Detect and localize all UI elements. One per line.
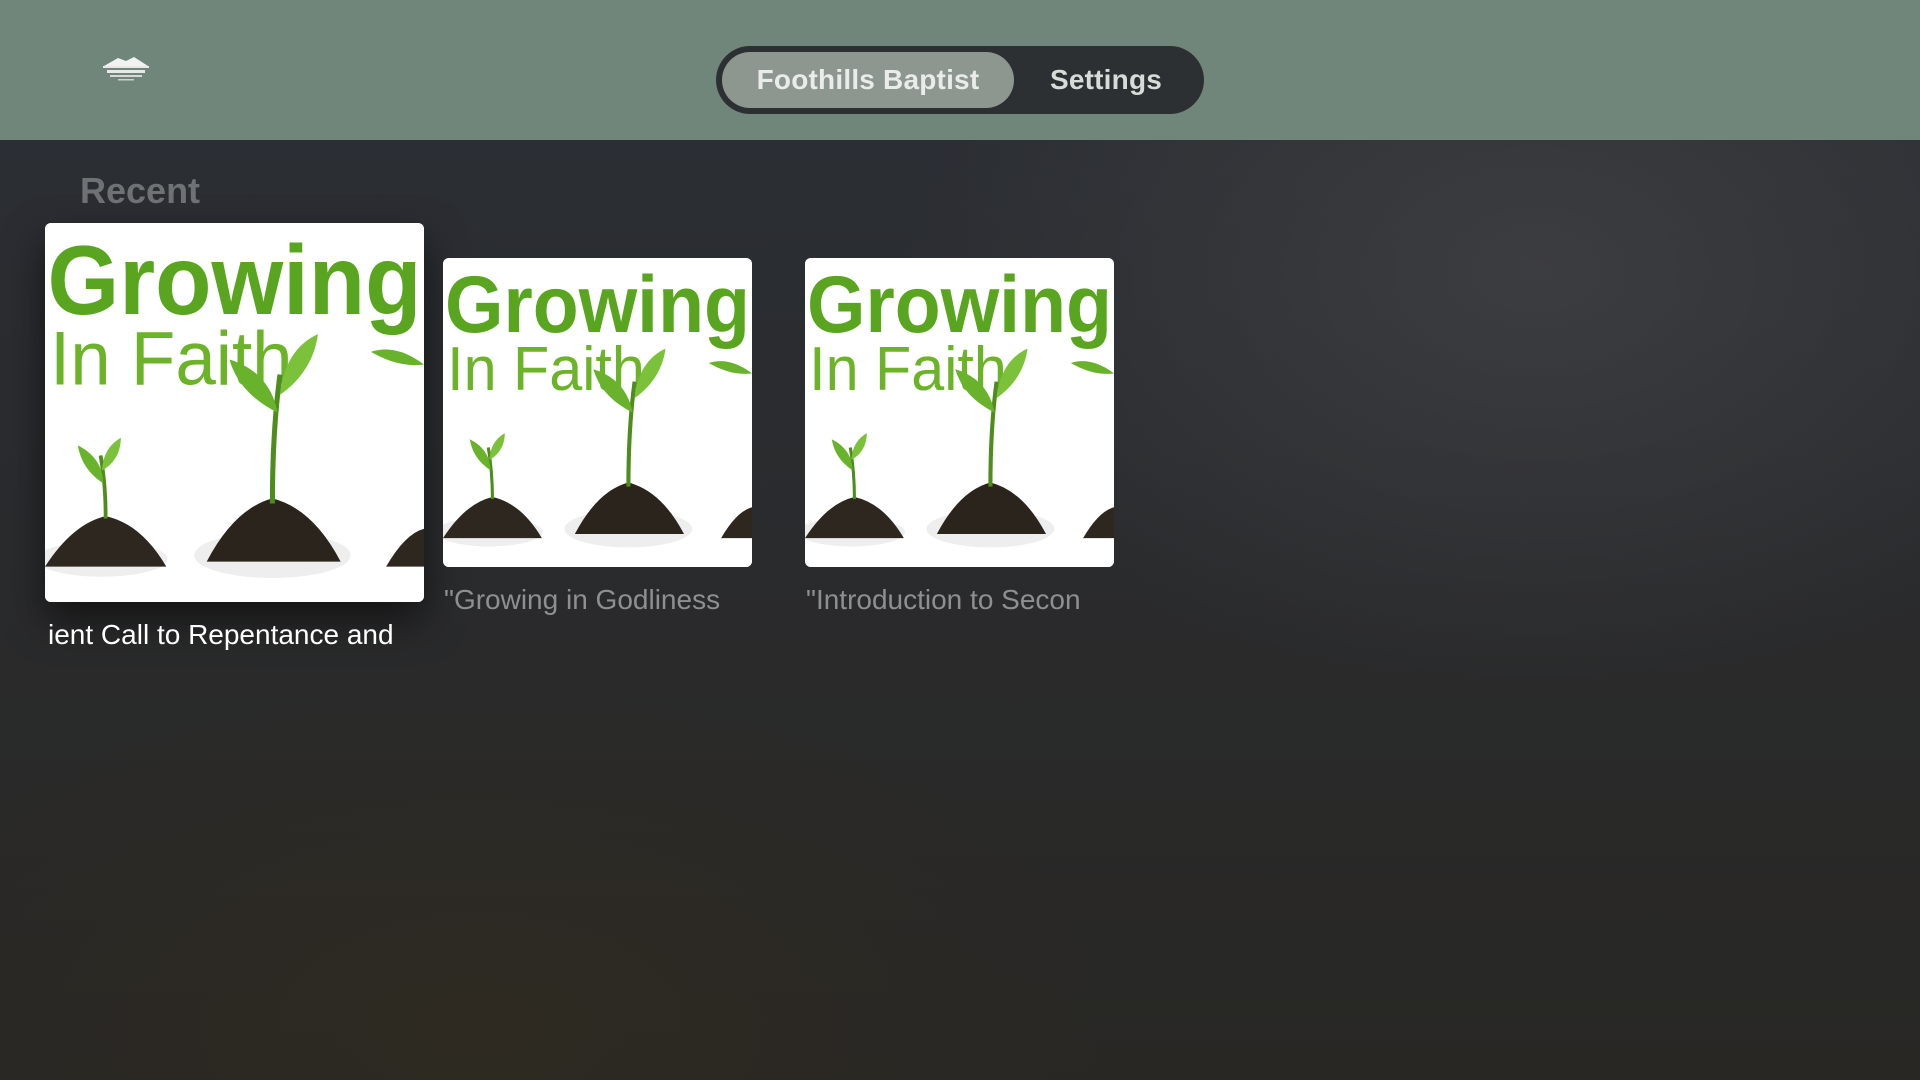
church-logo <box>98 54 154 84</box>
sermon-artwork: Growing In Faith <box>45 223 424 602</box>
recent-item-title: "Growing in Godliness <box>444 584 721 615</box>
tab-settings[interactable]: Settings <box>1014 52 1198 108</box>
sermon-artwork: Growing In Faith <box>443 258 752 567</box>
top-bar: Foothills Baptist Settings <box>0 0 1920 140</box>
top-tab-bar: Foothills Baptist Settings <box>716 46 1204 114</box>
recent-item-1[interactable]: Growing In Faith ient Call to Repentance… <box>45 223 424 663</box>
recent-item-3[interactable]: Growing In Faith "Introduction to Secon <box>805 258 1114 628</box>
recent-item-title: "Introduction to Secon <box>806 584 1081 615</box>
tab-foothills-baptist[interactable]: Foothills Baptist <box>722 52 1014 108</box>
recent-item-title: ient Call to Repentance and <box>48 619 394 650</box>
sermon-artwork: Growing In Faith <box>805 258 1114 567</box>
section-title-recent: Recent <box>80 170 201 211</box>
recent-item-2[interactable]: Growing In Faith "Growing in Godliness <box>443 258 752 628</box>
